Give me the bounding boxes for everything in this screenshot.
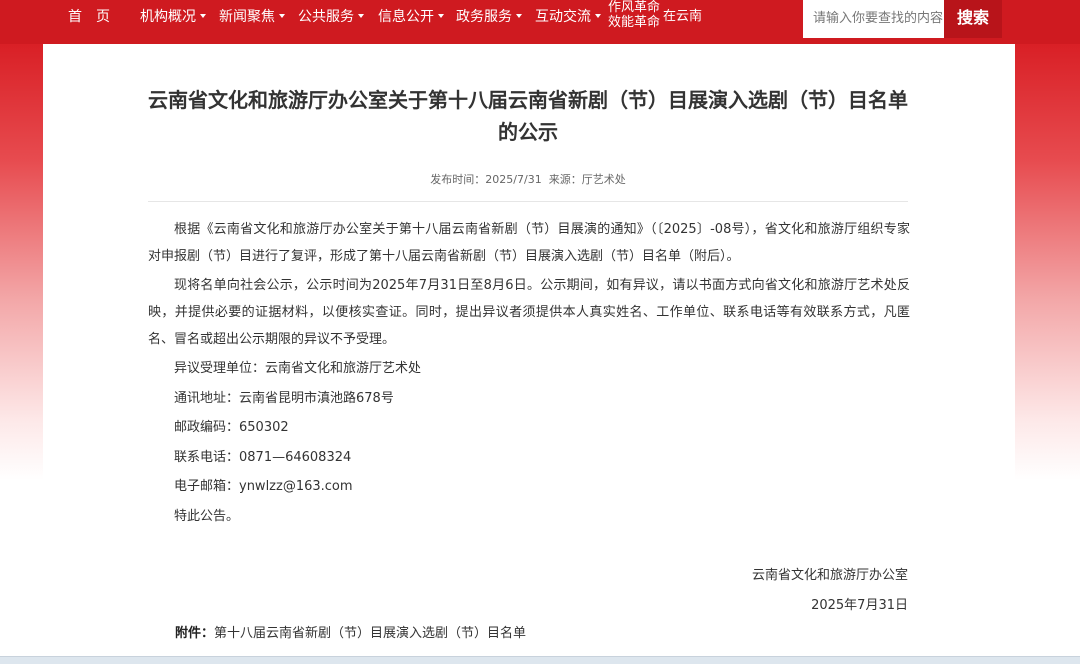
nav-item-label: 新闻聚焦	[219, 9, 275, 25]
article-card: 云南省文化和旅游厅办公室关于第十八届云南省新剧（节）目展演入选剧（节）目名单的公…	[43, 44, 1015, 664]
caret-down-icon	[516, 14, 522, 18]
contact-unit: 异议受理单位：云南省文化和旅游厅艺术处	[174, 361, 422, 376]
caret-down-icon	[438, 14, 444, 18]
search-box	[803, 0, 949, 38]
nav-special-line1: 作风革命	[608, 0, 661, 15]
article-body: 根据《云南省文化和旅游厅办公室关于第十八届云南省新剧（节）目展演的通知》（〔20…	[148, 216, 910, 532]
nav-special-tail[interactable]: 在云南	[663, 0, 702, 34]
nav-home[interactable]: 首 页	[68, 0, 110, 34]
nav-item-label: 机构概况	[140, 9, 196, 25]
nav-special-line2: 效能革命	[608, 15, 661, 30]
contact-address: 通讯地址：云南省昆明市滇池路678号	[174, 390, 394, 406]
signature-date: 2025年7月31日	[811, 598, 908, 613]
source-value: 厅艺术处	[581, 173, 626, 186]
attachment-link[interactable]: 第十八届云南省新剧（节）目展演入选剧（节）目名单	[214, 626, 526, 641]
article-title: 云南省文化和旅游厅办公室关于第十八届云南省新剧（节）目展演入选剧（节）目名单的公…	[148, 88, 908, 144]
nav-item-label: 公共服务	[298, 9, 354, 25]
contact-email: 电子邮箱：ynwlzz@163.com	[174, 479, 353, 494]
nav-item-style-revolution[interactable]: 作风革命 效能革命	[608, 0, 660, 30]
attachment-label: 附件：	[175, 626, 215, 641]
nav-item-gov-service[interactable]: 政务服务	[456, 0, 522, 34]
paragraph: 现将名单向社会公示，公示时间为2025年7月31日至8月6日。公示期间，如有异议…	[148, 278, 910, 347]
source-label: 来源：	[548, 173, 582, 186]
caret-down-icon	[595, 14, 601, 18]
article-meta: 发布时间：2025/7/31 来源：厅艺术处	[148, 171, 908, 187]
caret-down-icon	[200, 14, 206, 18]
nav-item-label: 互动交流	[535, 9, 591, 25]
nav-item-label: 信息公开	[378, 9, 434, 25]
nav-item-public-service[interactable]: 公共服务	[298, 0, 364, 34]
search-button[interactable]: 搜索	[944, 0, 1002, 38]
nav-item-info-disclosure[interactable]: 信息公开	[378, 0, 444, 34]
top-navigation: 首 页 机构概况 新闻聚焦 公共服务 信息公开 政务服务 互动交流 作风革命 效…	[0, 0, 1080, 44]
caret-down-icon	[358, 14, 364, 18]
paragraph: 根据《云南省文化和旅游厅办公室关于第十八届云南省新剧（节）目展演的通知》（〔20…	[148, 222, 910, 264]
publish-date-label: 发布时间：	[430, 173, 486, 186]
publish-date: 2025/7/31	[485, 173, 542, 186]
divider	[148, 201, 908, 202]
search-input[interactable]	[803, 0, 949, 36]
nav-item-organization[interactable]: 机构概况	[140, 0, 206, 34]
contact-phone: 联系电话：0871—64608324	[174, 449, 352, 465]
bottom-scroll-bar	[0, 656, 1080, 664]
contact-postcode: 邮政编码：650302	[174, 420, 289, 435]
closing-statement: 特此公告。	[174, 508, 240, 524]
nav-item-news[interactable]: 新闻聚焦	[219, 0, 285, 34]
nav-item-interaction[interactable]: 互动交流	[535, 0, 601, 34]
nav-item-label: 政务服务	[456, 9, 512, 25]
attachment: 附件：第十八届云南省新剧（节）目展演入选剧（节）目名单	[175, 622, 526, 641]
caret-down-icon	[279, 14, 285, 18]
signature-org: 云南省文化和旅游厅办公室	[751, 568, 908, 583]
